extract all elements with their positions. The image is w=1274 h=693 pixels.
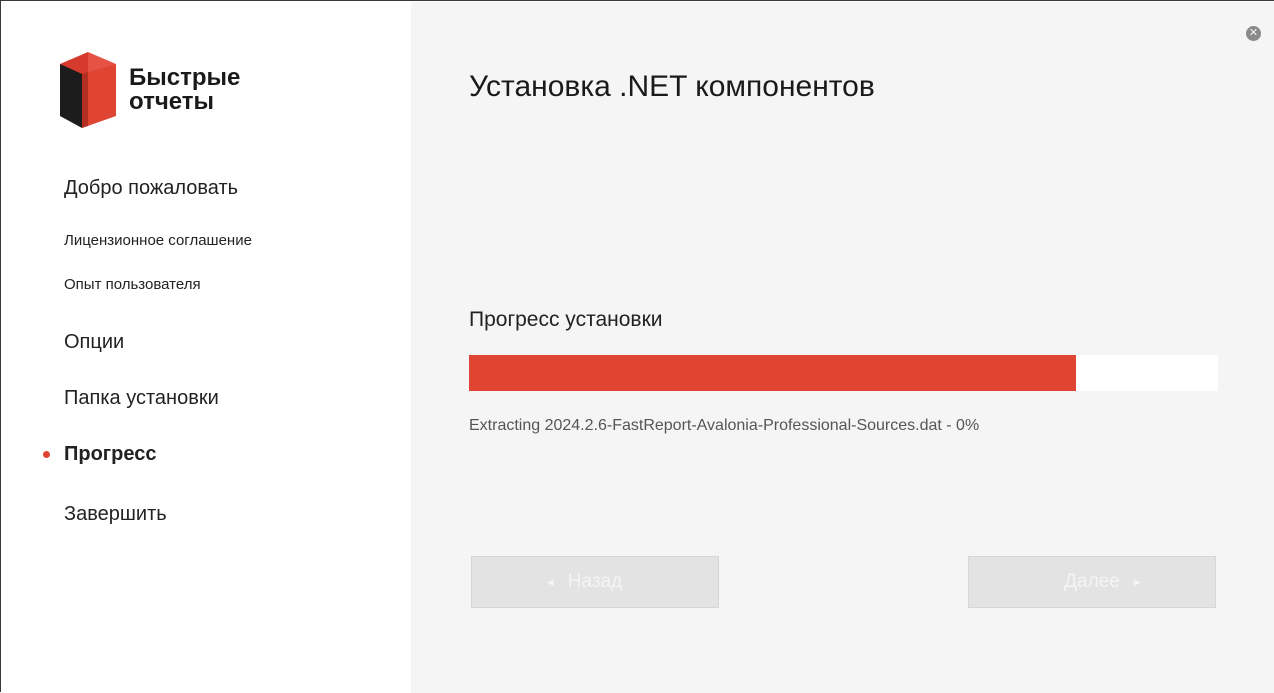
page-title: Установка .NET компонентов [469, 70, 875, 103]
close-icon[interactable]: ✕ [1246, 26, 1261, 41]
installer-window: Быстрые отчеты Добро пожаловать Лицензио… [0, 0, 1274, 693]
brand-name-line1: Быстрые [129, 64, 241, 91]
arrow-left-icon: ◀ [546, 576, 554, 587]
sidebar-item-options: Опции [64, 331, 125, 353]
brand-name: Быстрые отчеты [129, 66, 240, 114]
main-panel: ✕ Установка .NET компонентов Прогресс ус… [411, 2, 1274, 693]
progress-label: Прогресс установки [469, 308, 663, 331]
sidebar-item-install-folder: Папка установки [64, 387, 219, 409]
progress-bar [469, 355, 1218, 391]
cube-logo-icon [60, 52, 116, 128]
sidebar-item-finish: Завершить [64, 503, 167, 525]
brand-logo: Быстрые отчеты [60, 52, 280, 132]
sidebar: Быстрые отчеты Добро пожаловать Лицензио… [2, 2, 411, 693]
progress-bar-fill [469, 355, 1076, 391]
active-step-bullet [43, 451, 50, 458]
arrow-right-icon: ▶ [1133, 576, 1141, 587]
status-text: Extracting 2024.2.6-FastReport-Avalonia-… [469, 417, 980, 434]
next-button[interactable]: ◀ Далее ▶ [968, 556, 1216, 608]
sidebar-item-progress: Прогресс [64, 443, 157, 465]
back-button[interactable]: ◀ Назад ▶ [471, 556, 719, 608]
next-button-label: Далее [1064, 571, 1120, 592]
sidebar-item-license: Лицензионное соглашение [64, 232, 252, 249]
sidebar-item-user-experience: Опыт пользователя [64, 276, 201, 293]
brand-name-line2: отчеты [129, 88, 215, 115]
sidebar-item-welcome: Добро пожаловать [64, 177, 239, 199]
back-button-label: Назад [567, 571, 623, 592]
